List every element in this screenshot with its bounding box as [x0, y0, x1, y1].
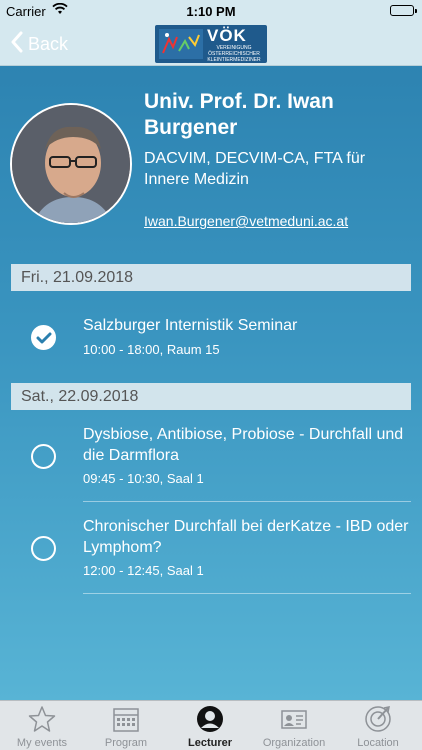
- session-title: Chronischer Durchfall bei derKatze - IBD…: [83, 518, 409, 556]
- tab-label: My events: [16, 737, 68, 749]
- divider: [83, 501, 411, 502]
- day-header: Fri., 21.09.2018: [11, 264, 411, 291]
- logo-subtext: VEREINIGUNG ÖSTERREICHISCHER KLEINTIERME…: [207, 45, 261, 63]
- chevron-left-icon: [10, 31, 24, 57]
- tab-bar: My events Program Lecturer Organization …: [0, 700, 422, 750]
- tab-label: Program: [104, 737, 148, 749]
- session-time-room: 09:45 - 10:30, Saal 1: [83, 471, 204, 486]
- lecturer-email-link[interactable]: Iwan.Burgener@vetmeduni.ac.at: [144, 213, 348, 229]
- navigation-bar: Back VÖK VEREINIGUNG ÖSTERREICHISCHER KL…: [0, 22, 422, 66]
- logo-text: VÖK: [207, 26, 247, 45]
- tab-label: Lecturer: [187, 737, 233, 749]
- tab-label: Organization: [262, 737, 326, 749]
- calendar-icon: [112, 705, 140, 733]
- session-time-room: 12:00 - 12:45, Saal 1: [83, 563, 204, 578]
- checkbox-empty-icon[interactable]: [31, 536, 56, 561]
- tab-program[interactable]: Program: [84, 701, 168, 750]
- lecturer-photo: [10, 103, 132, 225]
- tab-lecturer[interactable]: Lecturer: [168, 701, 252, 750]
- lecturer-name: Univ. Prof. Dr. Iwan Burgener: [144, 90, 334, 139]
- session-title: Salzburger Internistik Seminar: [83, 317, 298, 334]
- checkbox-empty-icon[interactable]: [31, 444, 56, 469]
- back-button[interactable]: Back: [10, 31, 68, 57]
- id-card-icon: [280, 705, 308, 733]
- day-header: Sat., 22.09.2018: [11, 383, 411, 410]
- status-bar: Carrier 1:10 PM: [0, 0, 422, 22]
- logo-animals-icon: [159, 29, 203, 59]
- back-label: Back: [28, 33, 69, 54]
- tab-my-events[interactable]: My events: [0, 701, 84, 750]
- lecturer-qualifications: DACVIM, DECVIM-CA, FTA für Innere Medizi…: [144, 150, 366, 188]
- person-icon: [196, 705, 224, 733]
- tab-location[interactable]: Location: [336, 701, 420, 750]
- clock: 1:10 PM: [186, 4, 236, 19]
- session-title: Dysbiose, Antibiose, Probiose - Durchfal…: [83, 426, 404, 464]
- star-icon: [28, 705, 56, 733]
- session-time-room: 10:00 - 18:00, Raum 15: [83, 342, 220, 357]
- tab-label: Location: [357, 737, 399, 749]
- divider: [83, 593, 411, 594]
- checkbox-checked-icon[interactable]: [31, 325, 56, 350]
- tab-organization[interactable]: Organization: [252, 701, 336, 750]
- vok-logo: VÖK VEREINIGUNG ÖSTERREICHISCHER KLEINTI…: [155, 25, 267, 63]
- compass-icon: [364, 705, 392, 733]
- battery-icon: [390, 5, 417, 16]
